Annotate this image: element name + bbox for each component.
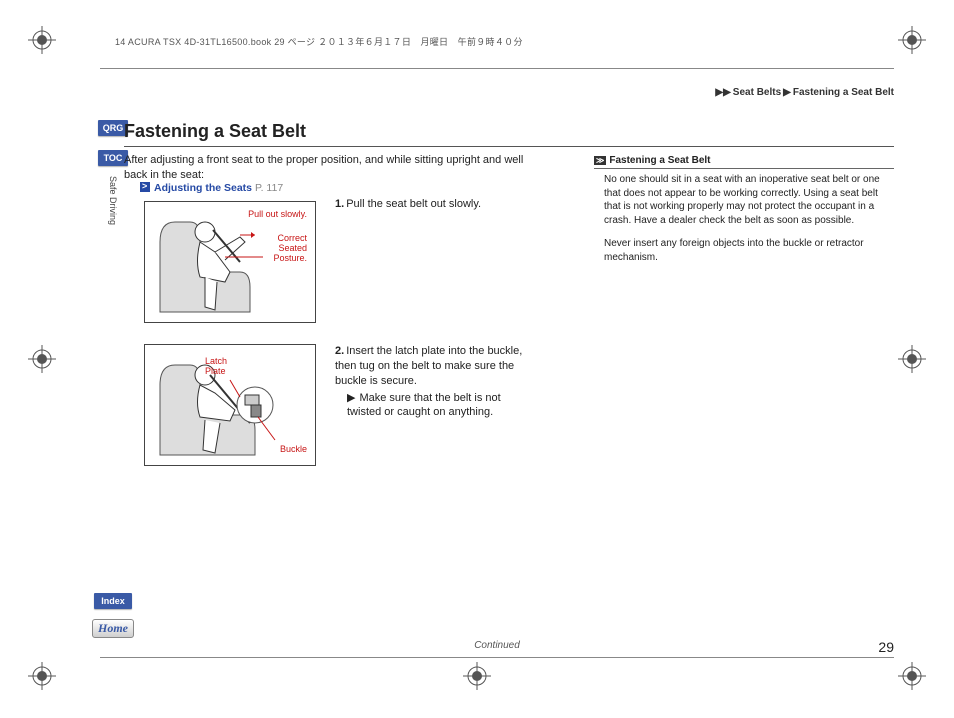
continued-label: Continued xyxy=(474,640,520,651)
content-frame: ▶▶Seat Belts▶Fastening a Seat Belt Faste… xyxy=(100,68,894,658)
sidebar-notes: ≫Fastening a Seat Belt No one should sit… xyxy=(594,155,894,274)
manual-page: 14 ACURA TSX 4D-31TL16500.book 29 ページ ２０… xyxy=(0,0,954,718)
page-title-row: Fastening a Seat Belt xyxy=(124,121,894,147)
registration-mark-icon xyxy=(898,345,926,373)
intro-text: After adjusting a front seat to the prop… xyxy=(124,153,534,183)
registration-mark-icon xyxy=(28,662,56,690)
sidebar-paragraph: No one should sit in a seat with an inop… xyxy=(604,173,890,227)
step-number: 1. xyxy=(335,198,344,210)
illustration-1: Pull out slowly. Correct Seated Posture. xyxy=(144,201,316,323)
registration-mark-icon xyxy=(463,662,491,690)
breadcrumb: ▶▶Seat Belts▶Fastening a Seat Belt xyxy=(713,87,894,98)
illus2-label-latch: Latch Plate xyxy=(205,357,227,377)
breadcrumb-section: Seat Belts xyxy=(733,87,781,98)
step-text: Pull the seat belt out slowly. xyxy=(346,198,481,210)
chevron-right-icon: ≫ xyxy=(594,156,606,165)
link-icon xyxy=(140,182,150,192)
illustration-2: Latch Plate Buckle xyxy=(144,344,316,466)
arrow-right-icon: ▶▶ xyxy=(715,87,730,98)
triangle-bullet-icon: ▶ xyxy=(347,392,355,404)
step-2: 2.Insert the latch plate into the buckle… xyxy=(335,344,535,420)
sidebar-body: No one should sit in a seat with an inop… xyxy=(594,173,894,264)
sidebar-heading: ≫Fastening a Seat Belt xyxy=(594,155,894,169)
registration-mark-icon xyxy=(28,26,56,54)
page-title: Fastening a Seat Belt xyxy=(124,121,894,142)
page-number: 29 xyxy=(878,639,894,655)
registration-mark-icon xyxy=(898,662,926,690)
illus1-label-posture: Correct Seated Posture. xyxy=(273,234,307,264)
link-page: P. 117 xyxy=(255,182,283,194)
step-subtext: Make sure that the belt is not twisted o… xyxy=(347,392,501,419)
registration-mark-icon xyxy=(898,26,926,54)
link-text: Adjusting the Seats xyxy=(154,182,252,194)
sidebar-paragraph: Never insert any foreign objects into th… xyxy=(604,237,890,264)
illus1-label-pullout: Pull out slowly. xyxy=(248,210,307,220)
registration-mark-icon xyxy=(28,345,56,373)
file-header: 14 ACURA TSX 4D-31TL16500.book 29 ページ ２０… xyxy=(115,35,523,48)
step-text: Insert the latch plate into the buckle, … xyxy=(335,345,522,387)
step-number: 2. xyxy=(335,345,344,357)
sidebar-heading-text: Fastening a Seat Belt xyxy=(609,155,710,166)
step-1: 1.Pull the seat belt out slowly. xyxy=(335,197,535,212)
arrow-right-icon: ▶ xyxy=(783,87,791,98)
illus2-label-buckle: Buckle xyxy=(280,445,307,455)
breadcrumb-page: Fastening a Seat Belt xyxy=(793,87,894,98)
cross-ref-link[interactable]: Adjusting the Seats P. 117 xyxy=(140,182,283,194)
